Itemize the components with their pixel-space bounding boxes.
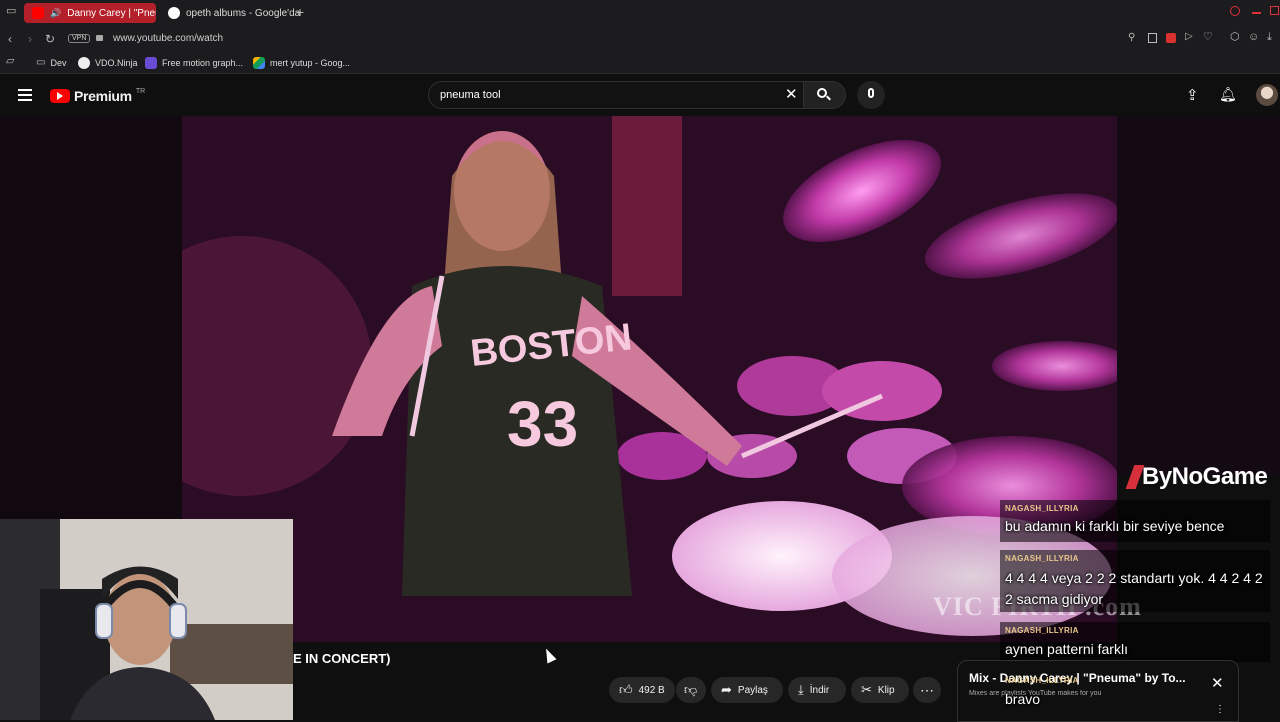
url-field[interactable]: www.youtube.com/watch — [113, 33, 223, 44]
bookmark-mert-yutup[interactable]: mert yutup - Goog... — [253, 55, 350, 71]
vdo-ninja-icon — [78, 57, 90, 69]
bookmark-label: Free motion graph... — [162, 58, 244, 68]
bynogame-logo: ByNoGame — [1125, 463, 1268, 491]
chat-message: NAGASH_ILLYRIA 4 4 4 4 veya 2 2 2 standa… — [1000, 550, 1270, 612]
motion-icon — [145, 57, 157, 69]
close-mix-icon[interactable]: ✕ — [1211, 674, 1224, 692]
chat-text: bravo — [1005, 691, 1041, 707]
profile-icon[interactable]: ☺ — [1248, 32, 1259, 43]
dislike-button[interactable]: 👎︎ — [676, 677, 706, 703]
minimize-icon[interactable] — [1252, 12, 1261, 14]
chat-text: bu adamın ki farklı bir seviye bence — [1005, 518, 1225, 534]
download-icon[interactable]: ⤓ — [1267, 32, 1272, 43]
avatar[interactable] — [1256, 84, 1278, 106]
chat-username: NAGASH_ILLYRIA — [1005, 626, 1079, 635]
like-button[interactable]: 👍︎ 492 B — [609, 677, 675, 703]
clip-button[interactable]: ✂ Klip — [851, 677, 909, 703]
tab-overview-icon[interactable]: ▭ — [6, 6, 16, 17]
video-ambient-right — [1117, 116, 1280, 476]
bookmark-free-motion[interactable]: Free motion graph... — [145, 55, 243, 71]
video-ambient-left — [0, 116, 182, 520]
clip-label: Klip — [877, 684, 895, 696]
tab-label: Danny Carey | "Pneum — [67, 7, 156, 19]
video-player[interactable]: BOSTON 33 — [182, 116, 1117, 642]
back-icon[interactable]: ‹ — [8, 33, 12, 45]
search-input[interactable]: pneuma tool ✕ — [428, 81, 804, 109]
mix-menu-icon[interactable]: ⋮ — [1215, 704, 1225, 715]
download-button[interactable]: ⤓ İndir — [788, 677, 846, 703]
share-label: Paylaş — [737, 684, 768, 696]
reload-icon[interactable]: ↻ — [45, 33, 55, 45]
notifications-bell-icon[interactable]: 🔔︎ — [1219, 86, 1237, 103]
voice-search-button[interactable] — [857, 81, 885, 109]
lock-icon — [96, 35, 103, 41]
chat-text: aynen patterni farklı — [1005, 641, 1128, 657]
thumbs-up-icon: 👍︎ — [619, 682, 633, 697]
bookmark-vdo-ninja[interactable]: VDO.Ninja — [78, 55, 138, 71]
search-icon-handle — [826, 95, 831, 101]
drive-icon — [253, 57, 265, 69]
pin-icon[interactable]: ⚲ — [1128, 33, 1135, 43]
thumbs-down-icon: 👎︎ — [684, 682, 698, 697]
folder-icon: ▭ — [36, 57, 46, 68]
scissors-icon: ✂ — [861, 682, 872, 697]
youtube-favicon-icon — [32, 7, 44, 19]
bookmark-label: mert yutup - Goog... — [270, 58, 351, 68]
region-code: TR — [135, 87, 146, 95]
logo-text: Premium — [74, 88, 132, 104]
speaker-icon: 🔊 — [50, 7, 62, 18]
menu-icon[interactable] — [18, 89, 32, 101]
tab-danny-carey[interactable]: 🔊 Danny Carey | "Pneum — [24, 3, 156, 23]
tab-opeth-albums[interactable]: opeth albums - Google'da — [160, 3, 310, 23]
webcam-overlay — [0, 519, 293, 720]
chat-message: NAGASH_ILLYRIA bu adamın ki farklı bir s… — [1000, 500, 1270, 542]
clear-search-icon[interactable]: ✕ — [785, 85, 798, 103]
download-arrow-icon: ⤓ — [798, 682, 804, 697]
shield-icon[interactable] — [1166, 33, 1176, 43]
maximize-icon[interactable] — [1270, 6, 1279, 15]
forward-icon[interactable]: › — [28, 33, 32, 45]
search-tabs-icon[interactable] — [1230, 6, 1240, 16]
extensions-icon[interactable]: ⬡ — [1230, 32, 1240, 43]
chat-message: NAGASH_ILLYRIA aynen patterni farklı — [1000, 622, 1270, 662]
like-count: 492 B — [638, 684, 665, 696]
address-bar-row: ‹ › ↻ VPN www.youtube.com/watch ⚲ ▷ ♡ ⬡ … — [0, 26, 1280, 53]
share-icon: ➦ — [721, 682, 732, 697]
video-title: E IN CONCERT) — [293, 651, 391, 666]
bookmark-label: Dev — [50, 58, 67, 68]
chat-username: NAGASH_ILLYRIA — [1005, 554, 1079, 563]
video-frame-drummer: BOSTON 33 — [182, 116, 1117, 642]
play-icon[interactable]: ▷ — [1185, 32, 1193, 42]
tab-label: opeth albums - Google'da — [186, 7, 301, 19]
more-icon: ⋯ — [920, 681, 934, 698]
heart-icon[interactable]: ♡ — [1203, 32, 1213, 43]
svg-text:33: 33 — [507, 388, 578, 460]
search-value: pneuma tool — [440, 89, 501, 101]
download-label: İndir — [809, 684, 830, 696]
browser-tab-bar: ▭ 🔊 Danny Carey | "Pneum opeth albums - … — [0, 0, 1280, 26]
vpn-badge[interactable]: VPN — [68, 34, 91, 43]
chat-username: NAGASH_ILLYRIA — [1005, 504, 1079, 513]
chat-text: 4 4 4 4 veya 2 2 2 standartı yok. 4 4 2 … — [1005, 570, 1263, 607]
mouse-cursor-icon — [541, 646, 557, 664]
apps-icon[interactable]: ▱ — [6, 56, 14, 67]
share-button[interactable]: ➦ Paylaş — [711, 677, 783, 703]
bookmark-label: VDO.Ninja — [95, 58, 138, 68]
chat-username: NAGASH_ILLYRIA — [1005, 676, 1079, 685]
bookmark-icon[interactable] — [1148, 33, 1157, 43]
new-tab-icon[interactable]: + — [296, 5, 304, 19]
microphone-icon — [868, 88, 874, 98]
upload-icon[interactable]: ⇪ — [1186, 86, 1199, 104]
search-button[interactable] — [804, 81, 846, 109]
webcam-streamer — [0, 519, 293, 720]
youtube-logo[interactable]: Premium TR — [50, 88, 145, 104]
youtube-play-icon — [50, 89, 70, 103]
bookmark-dev[interactable]: ▭ Dev — [36, 55, 66, 71]
google-favicon-icon — [168, 7, 180, 19]
bynogame-text: ByNoGame — [1142, 463, 1268, 490]
more-actions-button[interactable]: ⋯ — [913, 677, 941, 703]
chat-message: NAGASH_ILLYRIA bravo — [1000, 672, 1120, 712]
